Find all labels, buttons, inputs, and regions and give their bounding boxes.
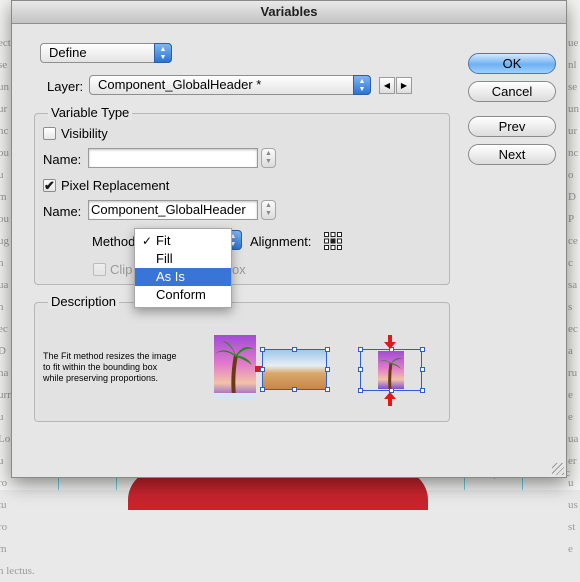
background-text-line: ec [568,323,578,335]
ok-button[interactable]: OK [468,53,556,74]
background-text-line: us [568,499,578,511]
background-text-line: nc [568,147,579,159]
define-popup[interactable]: Define ▲ ▼ [40,43,172,63]
background-text-line: o [568,169,574,181]
cancel-button[interactable]: Cancel [468,81,556,102]
background-text-line: P [568,213,575,225]
visibility-name-field[interactable] [88,148,258,168]
palm-tree-icon [379,358,403,389]
next-layer-button[interactable]: ▶ [396,77,412,94]
variables-dialog: Variables Define ▲ ▼ Layer: Component_Glo… [11,0,567,478]
method-dropdown-menu: ✓ Fit Fill As Is Conform [134,228,232,308]
name1-label: Name: [43,152,82,167]
up-arrow-icon [384,392,396,406]
dialog-title: Variables [12,1,566,24]
background-text-line: e [568,389,573,401]
background-text-line: a [568,345,573,357]
description-line-1: The Fit method resizes the image [43,351,177,361]
clip-checkbox[interactable] [93,263,106,276]
previous-layer-button[interactable]: ◀ [379,77,395,94]
description-line-3: while preserving proportions. [43,373,159,383]
method-option-fill[interactable]: Fill [135,250,231,268]
method-option-conform[interactable]: Conform [135,286,231,304]
bounding-box [262,349,327,390]
background-text-line: ru [568,367,578,379]
palm-tree-icon [214,341,256,399]
background-text-line: ur [568,125,578,137]
alignment-grid-icon[interactable] [323,231,343,251]
background-text-line: tu [0,499,7,511]
popup-arrows-icon: ▲ ▼ [154,43,172,63]
source-image-thumbnail [214,335,256,399]
background-text-line: ce [568,235,578,247]
description-line-2: to fit within the bounding box [43,362,158,372]
background-text-line: s [568,301,573,313]
background-text-line: c [568,257,573,269]
background-text-line: n lectus. [0,565,35,577]
resize-grip-icon[interactable] [552,463,564,475]
layer-value: Component_GlobalHeader * [98,77,262,92]
layer-popup[interactable]: Component_GlobalHeader * ▲ ▼ [89,75,371,95]
background-text-line: se [568,81,578,93]
background-text-line: ue [568,37,579,49]
name2-label: Name: [43,204,82,219]
pixel-replacement-name-stepper[interactable]: ▲ ▼ [261,200,276,220]
background-text-line: D [568,191,576,203]
visibility-label: Visibility [61,126,108,141]
method-option-fit[interactable]: ✓ Fit [135,232,231,250]
alignment-label: Alignment: [250,234,312,249]
method-option-as-is[interactable]: As Is [135,268,231,286]
next-button[interactable]: Next [468,144,556,165]
background-text-line: un [568,103,579,115]
background-text-line: nl [568,59,577,71]
layer-label: Layer: [47,79,84,94]
pixel-replacement-name-field[interactable]: Component_GlobalHeader [88,200,258,220]
down-arrow-icon [384,335,396,349]
clip-label: Clip [110,262,133,277]
description-heading: Description [48,294,120,309]
pixel-replacement-label: Pixel Replacement [61,178,170,193]
background-text-line: e [568,543,573,555]
fit-preview-image [378,351,404,389]
prev-button[interactable]: Prev [468,116,556,137]
background-text-line: ro [0,521,8,533]
background-text-line: ua [568,433,579,445]
background-text-line: sa [568,279,578,291]
define-popup-label: Define [49,45,87,60]
popup-arrows-icon: ▲ ▼ [353,75,371,95]
variable-type-heading: Variable Type [48,105,133,120]
background-text-line: m [0,543,7,555]
visibility-checkbox[interactable] [43,127,56,140]
method-label: Method [92,234,136,249]
checkmark-icon: ✓ [142,234,153,248]
visibility-name-stepper[interactable]: ▲ ▼ [261,148,276,168]
clip-label-suffix: ox [232,262,246,277]
background-text-line: st [568,521,576,533]
pixel-replacement-checkbox[interactable]: ✔ [43,179,56,192]
background-text-line: e [568,411,573,423]
